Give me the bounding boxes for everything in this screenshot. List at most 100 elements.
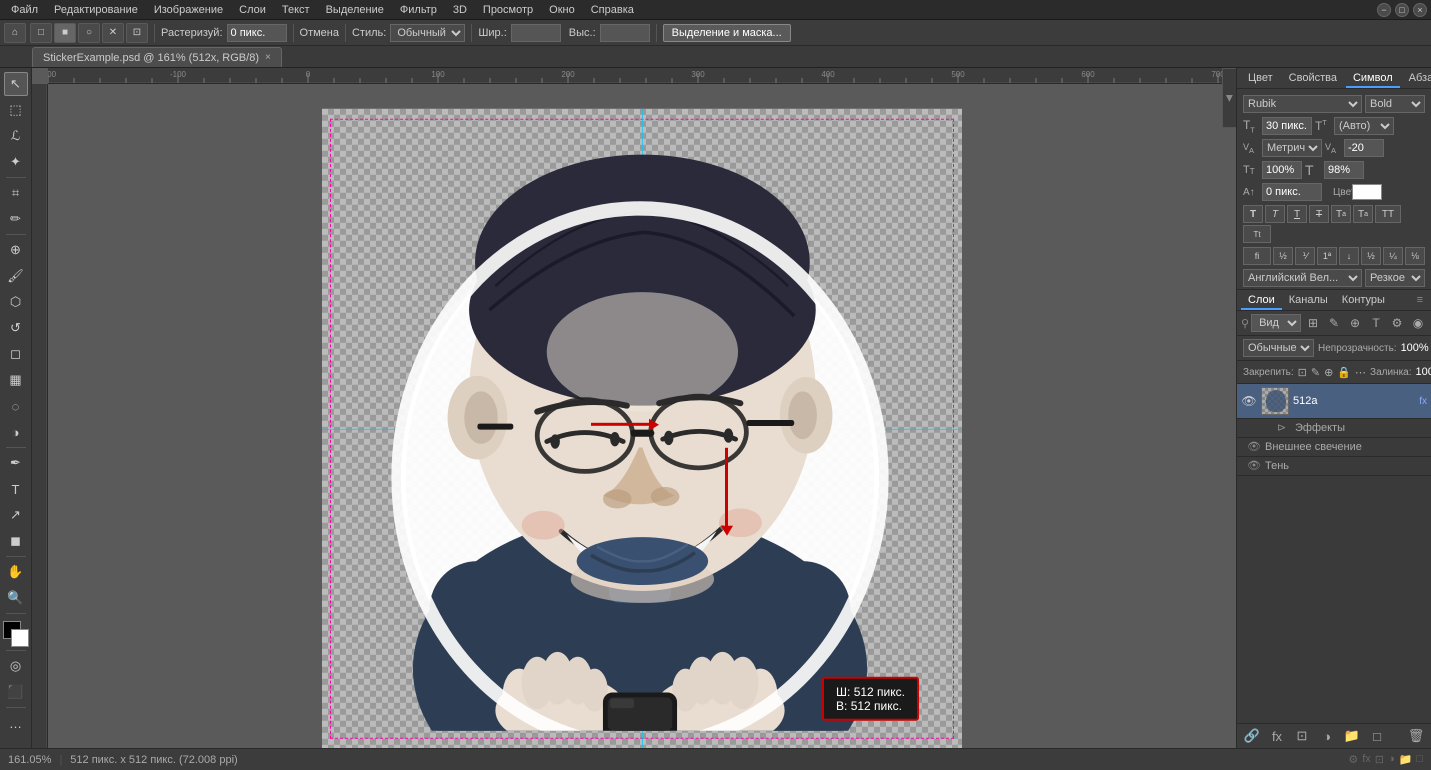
tool-crop[interactable]: ⌗ (4, 181, 28, 205)
tool-blur[interactable]: ◌ (4, 394, 28, 418)
tool-mask[interactable]: ◎ (4, 654, 28, 678)
layers-filter-btn5[interactable]: ⚙ (1388, 314, 1406, 332)
tab-properties[interactable]: Свойства (1282, 70, 1344, 88)
outer-glow-eye[interactable]: 👁 (1247, 440, 1261, 454)
fg-bg-colors[interactable] (3, 621, 29, 647)
tool-shape[interactable]: ◼ (4, 529, 28, 553)
lock-transparent-btn[interactable]: ⊡ (1298, 363, 1307, 381)
contextual-btn[interactable]: ¼ (1383, 247, 1403, 265)
tool-stamp[interactable]: ⬡ (4, 290, 28, 314)
tab-channels[interactable]: Каналы (1282, 292, 1335, 310)
shadow-eye[interactable]: 👁 (1247, 459, 1261, 473)
tool-eraser[interactable]: ◻ (4, 342, 28, 366)
blend-mode-select[interactable]: Обычные (1243, 339, 1314, 357)
underline-btn[interactable]: T (1287, 205, 1307, 223)
tool-screen-mode[interactable]: ⬛ (4, 680, 28, 704)
font-name-select[interactable]: Rubik (1243, 95, 1362, 113)
tab-close-btn[interactable]: × (265, 52, 271, 63)
width-input[interactable] (511, 24, 561, 42)
aa-select[interactable]: Резкое (1365, 269, 1425, 287)
smallcaps-btn[interactable]: Tt (1243, 225, 1271, 243)
add-link-btn[interactable]: 🔗 (1241, 727, 1263, 745)
discretionary-btn[interactable]: ⅛ (1405, 247, 1425, 265)
tool-gradient[interactable]: ▦ (4, 368, 28, 392)
tool-hand[interactable]: ✋ (4, 560, 28, 584)
tracking-input[interactable] (1344, 139, 1384, 157)
ordinal-btn[interactable]: 1ª (1317, 247, 1337, 265)
tab-paragraph[interactable]: Абзац (1402, 70, 1431, 88)
ligature-btn[interactable]: fi (1243, 247, 1271, 265)
height-input[interactable] (600, 24, 650, 42)
add-adjustment-btn[interactable]: ◑ (1316, 727, 1338, 745)
stil-select[interactable]: Обычный (390, 24, 465, 42)
tab-layers[interactable]: Слои (1241, 292, 1282, 310)
maximize-btn[interactable]: □ (1395, 3, 1409, 17)
font-style-select[interactable]: Bold (1365, 95, 1425, 113)
layer-visibility-eye[interactable]: 👁 (1241, 393, 1257, 409)
layers-filter-toggle[interactable]: ◉ (1409, 314, 1427, 332)
tool-select-rect[interactable]: ⬚ (4, 98, 28, 122)
fraction-btn[interactable]: ⅟ (1295, 247, 1315, 265)
tool-move[interactable]: ↖ (4, 72, 28, 96)
oldstyle-btn[interactable]: ½ (1273, 247, 1293, 265)
baseline-input[interactable] (1262, 183, 1322, 201)
swash-btn[interactable]: ↓ (1339, 247, 1359, 265)
layers-filter-btn4[interactable]: T (1367, 314, 1385, 332)
menu-window[interactable]: Окно (542, 2, 582, 18)
caps-btn[interactable]: TT (1375, 205, 1401, 223)
font-leading-select[interactable]: (Авто) (1334, 117, 1394, 135)
layer-fx-badge[interactable]: fx (1419, 396, 1427, 407)
strikethrough-btn[interactable]: T (1309, 205, 1329, 223)
tool-text[interactable]: T (4, 477, 28, 501)
tool-history-brush[interactable]: ↺ (4, 316, 28, 340)
menu-image[interactable]: Изображение (147, 2, 230, 18)
menu-text[interactable]: Текст (275, 2, 317, 18)
shape-filled-btn[interactable]: ■ (54, 23, 76, 43)
tool-path-select[interactable]: ↗ (4, 503, 28, 527)
menu-view[interactable]: Просмотр (476, 2, 540, 18)
lock-pixels-btn[interactable]: ✎ (1311, 363, 1320, 381)
italic-btn[interactable]: T (1265, 205, 1285, 223)
language-select[interactable]: Английский Вел... (1243, 269, 1362, 287)
new-layer-btn[interactable]: □ (1366, 727, 1388, 745)
font-size-input[interactable] (1262, 117, 1312, 135)
superscript-btn[interactable]: Ta (1331, 205, 1351, 223)
shape-x-btn[interactable]: ✕ (102, 23, 124, 43)
menu-3d[interactable]: 3D (446, 2, 474, 18)
bold-btn[interactable]: T (1243, 205, 1263, 223)
lock-position-btn[interactable]: ⊕ (1324, 363, 1333, 381)
canvas-area[interactable]: -200-1000100200300400500600700 (32, 68, 1236, 748)
add-mask-btn[interactable]: ⊡ (1291, 727, 1313, 745)
scale-h-input[interactable] (1262, 161, 1302, 179)
new-group-btn[interactable]: 📁 (1341, 727, 1363, 745)
tool-lasso[interactable]: ℒ (4, 124, 28, 148)
close-btn[interactable]: × (1413, 3, 1427, 17)
tab-paths[interactable]: Контуры (1335, 292, 1392, 310)
menu-filter[interactable]: Фильтр (393, 2, 444, 18)
tool-home-btn[interactable]: ⌂ (4, 23, 26, 43)
tab-symbol[interactable]: Символ (1346, 70, 1400, 88)
tool-eyedropper[interactable]: ✏ (4, 207, 28, 231)
kerning-select[interactable]: Метрическе (1262, 139, 1322, 157)
shape-circ-btn[interactable]: ○ (78, 23, 100, 43)
layers-filter-select[interactable]: Вид (1251, 314, 1301, 332)
rasterize-input[interactable] (227, 24, 287, 42)
menu-file[interactable]: Файл (4, 2, 45, 18)
titling-btn[interactable]: ½ (1361, 247, 1381, 265)
tool-heal[interactable]: ⊕ (4, 238, 28, 262)
highlight-mask-btn[interactable]: Выделение и маска... (663, 24, 791, 42)
lock-extra-btn[interactable]: ⋯ (1355, 363, 1366, 381)
menu-help[interactable]: Справка (584, 2, 641, 18)
tool-extra[interactable]: … (4, 711, 28, 735)
tool-pen[interactable]: ✒ (4, 451, 28, 475)
layers-filter-btn3[interactable]: ⊕ (1346, 314, 1364, 332)
layers-filter-btn1[interactable]: ⊞ (1304, 314, 1322, 332)
menu-select[interactable]: Выделение (319, 2, 391, 18)
add-style-btn[interactable]: fx (1266, 727, 1288, 745)
tool-dodge[interactable]: ◑ (4, 420, 28, 444)
layers-filter-btn2[interactable]: ✎ (1325, 314, 1343, 332)
layers-tab-collapse-btn[interactable]: ≡ (1413, 292, 1427, 310)
shape-rect-btn[interactable]: □ (30, 23, 52, 43)
layer-item[interactable]: 👁 512a fx (1237, 384, 1431, 419)
panel-expand-btn[interactable]: ▶ (1222, 68, 1236, 128)
